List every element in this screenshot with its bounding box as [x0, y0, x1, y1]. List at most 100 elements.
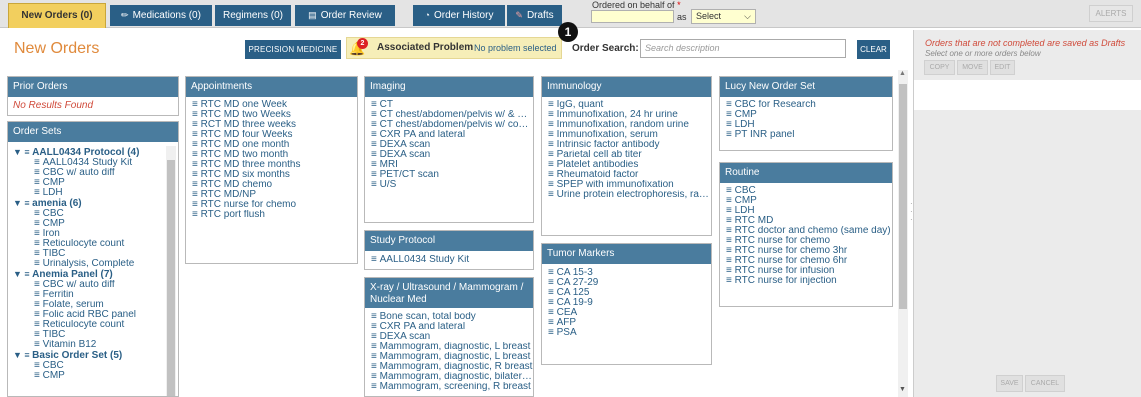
imaging-item[interactable]: U/S [371, 180, 533, 190]
tumor-item[interactable]: CA 27-29 [548, 278, 711, 288]
imaging-item[interactable]: CT chest/abdomen/pelvis w/ contr... [371, 120, 533, 130]
xray-item[interactable]: DEXA scan [371, 332, 533, 342]
tumor-item[interactable]: CA 15-3 [548, 268, 711, 278]
routine-item[interactable]: RTC MD [726, 216, 892, 226]
imaging-item[interactable]: DEXA scan [371, 150, 533, 160]
immunology-item[interactable]: Intrinsic factor antibody [548, 140, 711, 150]
order-set-item[interactable]: Urinalysis, Complete [13, 259, 166, 269]
order-set-title[interactable]: Anemia Panel (7) [13, 269, 166, 280]
appointment-item[interactable]: RTC MD one Week [192, 100, 357, 110]
immunology-item[interactable]: Parietal cell ab titer [548, 150, 711, 160]
order-set-item[interactable]: Folic acid RBC panel [13, 310, 166, 320]
appointment-item[interactable]: RCT MD three weeks [192, 120, 357, 130]
routine-item[interactable]: RTC nurse for chemo 6hr [726, 256, 892, 266]
routine-item[interactable]: LDH [726, 206, 892, 216]
xray-item[interactable]: Mammogram, diagnostic, L breast [371, 352, 533, 362]
xray-item[interactable]: Bone scan, total body [371, 312, 533, 322]
routine-item[interactable]: RTC nurse for infusion [726, 266, 892, 276]
move-button[interactable]: MOVE [957, 60, 988, 75]
tab-order-history[interactable]: ◔ Order History [413, 5, 505, 26]
as-role-select[interactable]: Select ⌵ [691, 9, 756, 24]
imaging-item[interactable]: PET/CT scan [371, 170, 533, 180]
associated-problem-value[interactable]: No problem selected [474, 38, 557, 58]
routine-item[interactable]: RTC nurse for chemo [726, 236, 892, 246]
main-scroll-thumb[interactable] [899, 84, 907, 309]
order-set-item[interactable]: Reticulocyte count [13, 239, 166, 249]
order-sets-scrollbar[interactable] [166, 146, 176, 396]
ordered-on-behalf-input[interactable] [591, 10, 674, 23]
lucy-item[interactable]: CBC for Research [726, 100, 892, 110]
precision-medicine-button[interactable]: PRECISION MEDICINE [245, 40, 341, 59]
tumor-item[interactable]: CA 19-9 [548, 298, 711, 308]
order-set-item[interactable]: CBC w/ auto diff [13, 280, 166, 290]
copy-button[interactable]: COPY [924, 60, 955, 75]
immunology-item[interactable]: SPEP with immunofixation [548, 180, 711, 190]
order-sets-scroll-thumb[interactable] [167, 160, 175, 396]
xray-item[interactable]: CXR PA and lateral [371, 322, 533, 332]
drafts-list[interactable] [914, 80, 1141, 110]
routine-item[interactable]: CMP [726, 196, 892, 206]
tumor-item[interactable]: PSA [548, 328, 711, 338]
tab-medications[interactable]: ✏ Medications (0) [110, 5, 212, 26]
appointment-item[interactable]: RTC port flush [192, 210, 357, 220]
order-search-input[interactable]: Search description [640, 39, 846, 58]
xray-item[interactable]: Mammogram, diagnostic, R breast [371, 362, 533, 372]
alerts-button[interactable]: ALERTS [1089, 5, 1133, 22]
immunology-item[interactable]: IgG, quant [548, 100, 711, 110]
tab-regimens[interactable]: Regimens (0) [215, 5, 291, 26]
xray-item[interactable]: Mammogram, diagnostic, bilateral... [371, 372, 533, 382]
order-set-item[interactable]: LDH [13, 188, 166, 198]
xray-item[interactable]: Mammogram, diagnostic, L breast [371, 342, 533, 352]
tab-new-orders[interactable]: New Orders (0) [8, 3, 106, 28]
appointment-item[interactable]: RTC MD two month [192, 150, 357, 160]
edit-button[interactable]: EDIT [990, 60, 1015, 75]
appointment-item[interactable]: RTC MD chemo [192, 180, 357, 190]
save-button[interactable]: SAVE [996, 375, 1023, 392]
order-set-item[interactable]: AALL0434 Study Kit [13, 158, 166, 168]
tab-order-review[interactable]: ▤ Order Review [295, 5, 395, 26]
study-item[interactable]: AALL0434 Study Kit [371, 255, 533, 265]
main-scrollbar[interactable]: ▲ ▼ [898, 70, 908, 397]
tumor-item[interactable]: CA 125 [548, 288, 711, 298]
appointment-item[interactable]: RTC MD/NP [192, 190, 357, 200]
order-set-item[interactable]: Reticulocyte count [13, 320, 166, 330]
cancel-button[interactable]: CANCEL [1025, 375, 1065, 392]
scroll-up-icon[interactable]: ▲ [899, 70, 906, 77]
imaging-item[interactable]: MRI [371, 160, 533, 170]
lucy-item[interactable]: PT INR panel [726, 130, 892, 140]
order-set-item[interactable]: Vitamin B12 [13, 340, 166, 350]
appointment-item[interactable]: RTC nurse for chemo [192, 200, 357, 210]
lucy-item[interactable]: CMP [726, 110, 892, 120]
appointment-item[interactable]: RTC MD four Weeks [192, 130, 357, 140]
associated-problem-bar[interactable]: 🔔 2 Associated Problem No problem select… [346, 37, 562, 59]
appointment-item[interactable]: RTC MD one month [192, 140, 357, 150]
appointment-item[interactable]: RTC MD two Weeks [192, 110, 357, 120]
routine-item[interactable]: CBC [726, 186, 892, 196]
order-set-item[interactable]: TIBC [13, 330, 166, 340]
imaging-item[interactable]: CXR PA and lateral [371, 130, 533, 140]
order-set-item[interactable]: CMP [13, 178, 166, 188]
appointment-item[interactable]: RTC MD six months [192, 170, 357, 180]
routine-item[interactable]: RTC nurse for chemo 3hr [726, 246, 892, 256]
xray-item[interactable]: Mammogram, screening, R breast [371, 382, 533, 392]
order-set-item[interactable]: CMP [13, 219, 166, 229]
order-set-title[interactable]: Basic Order Set (5) [13, 350, 166, 361]
order-set-title[interactable]: AALL0434 Protocol (4) [13, 147, 166, 158]
imaging-item[interactable]: CT [371, 100, 533, 110]
order-set-item[interactable]: Ferritin [13, 290, 166, 300]
immunology-item[interactable]: Platelet antibodies [548, 160, 711, 170]
immunology-item[interactable]: Immunofixation, random urine [548, 120, 711, 130]
appointment-item[interactable]: RTC MD three months [192, 160, 357, 170]
imaging-item[interactable]: DEXA scan [371, 140, 533, 150]
order-set-item[interactable]: CBC w/ auto diff [13, 168, 166, 178]
order-set-item[interactable]: CMP [13, 371, 166, 381]
order-set-title[interactable]: amenia (6) [13, 198, 166, 209]
clear-button[interactable]: CLEAR [857, 40, 890, 59]
order-set-item[interactable]: Iron [13, 229, 166, 239]
tumor-item[interactable]: AFP [548, 318, 711, 328]
immunology-item[interactable]: Immunofixation, 24 hr urine [548, 110, 711, 120]
order-set-item[interactable]: Folate, serum [13, 300, 166, 310]
routine-item[interactable]: RTC nurse for injection [726, 276, 892, 286]
order-set-item[interactable]: CBC [13, 361, 166, 371]
routine-item[interactable]: RTC doctor and chemo (same day) [726, 226, 892, 236]
